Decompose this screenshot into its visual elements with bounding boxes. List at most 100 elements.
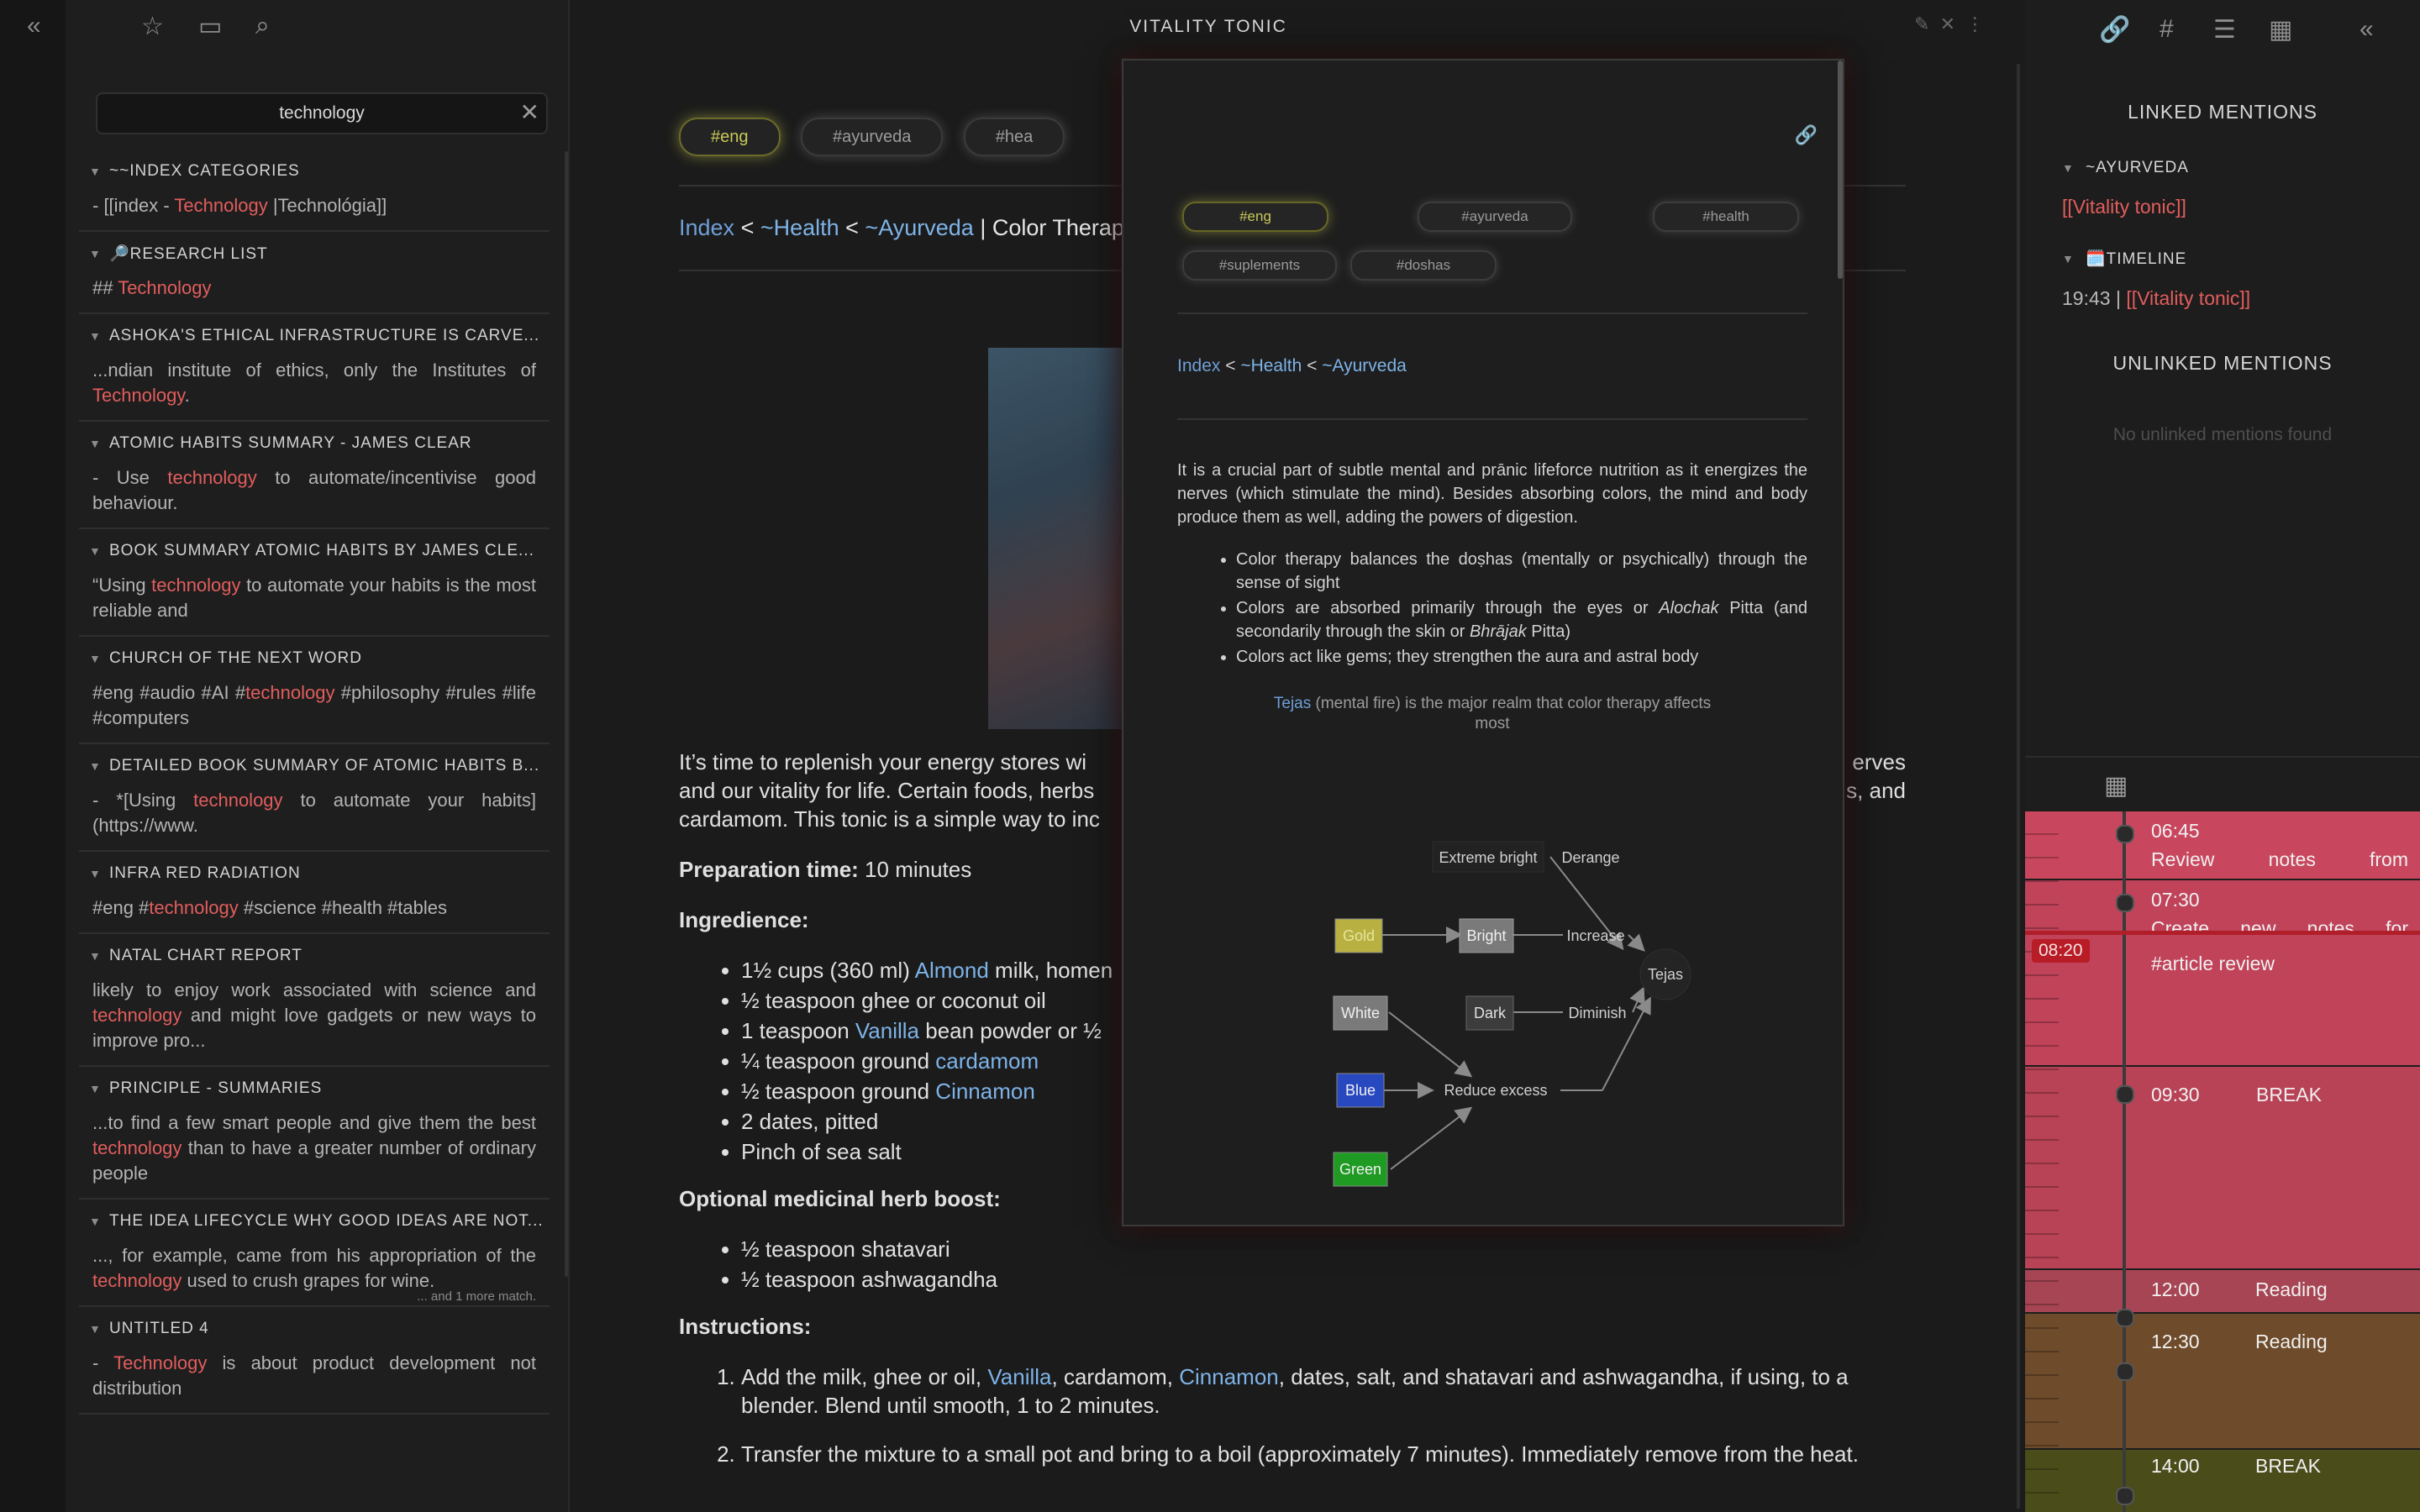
- mention-link[interactable]: [[Vitality tonic]]: [2062, 196, 2420, 218]
- search-input[interactable]: technology ✕: [96, 92, 548, 134]
- note-link[interactable]: Cinnamon: [935, 1079, 1035, 1104]
- tag[interactable]: #hea: [963, 118, 1065, 156]
- breadcrumb-link-health[interactable]: ~Health: [1240, 356, 1302, 375]
- linked-mentions-title: LINKED MENTIONS: [2128, 101, 2317, 123]
- breadcrumb-link-ayurveda[interactable]: ~Ayurveda: [1322, 356, 1407, 375]
- list-item: Colors are absorbed primarily through th…: [1236, 596, 1807, 643]
- chevron-down-icon[interactable]: ▼: [79, 437, 109, 450]
- double-chevron-left-icon[interactable]: «: [27, 12, 41, 40]
- tag[interactable]: #eng: [679, 118, 781, 156]
- timeline-dot: [2116, 825, 2134, 843]
- timeline-dot: [2116, 1309, 2134, 1327]
- result-title: ATOMIC HABITS SUMMARY - JAMES CLEAR: [109, 434, 472, 452]
- tag[interactable]: #suplements: [1182, 250, 1337, 281]
- note-link[interactable]: Vanilla: [987, 1364, 1051, 1389]
- breadcrumb-current[interactable]: Color Therap: [992, 215, 1124, 240]
- schedule-block[interactable]: 06:45 Review notes from: [2025, 811, 2420, 879]
- breadcrumb-link-index[interactable]: Index: [1177, 356, 1220, 375]
- preview-scrollbar[interactable]: [1838, 60, 1843, 279]
- search-result[interactable]: ▼ INFRA RED RADIATION #eng #technology #s…: [79, 852, 550, 934]
- search-result[interactable]: ▼ ATOMIC HABITS SUMMARY - JAMES CLEAR - U…: [79, 422, 550, 529]
- preview-breadcrumb: Index < ~Health < ~Ayurveda: [1177, 356, 1407, 375]
- calendar-icon[interactable]: ▦: [2104, 771, 2128, 801]
- schedule-block[interactable]: 07:30 Create new notes for #article revi…: [2025, 880, 2420, 1065]
- result-snippet: - *[Using technology to automate your ha…: [92, 790, 536, 836]
- day-planner-timeline: 06:45 Review notes from 07:30 Create new…: [2025, 811, 2420, 1512]
- folder-icon[interactable]: ▭: [198, 12, 222, 41]
- mention-link[interactable]: 19:43 | [[Vitality tonic]]: [2062, 287, 2420, 310]
- hashtag-icon[interactable]: #: [2160, 15, 2174, 44]
- chevron-down-icon[interactable]: ▼: [2062, 252, 2086, 265]
- note-link[interactable]: cardamom: [935, 1048, 1039, 1074]
- search-result[interactable]: ▼ 🔎RESEARCH LIST ## Technology: [79, 232, 550, 314]
- chevron-down-icon[interactable]: ▼: [79, 1215, 109, 1228]
- tag[interactable]: #eng: [1182, 202, 1328, 232]
- note-title: VITALITY TONIC: [1129, 17, 1287, 36]
- edit-icon[interactable]: ✎: [1914, 13, 1929, 34]
- empty-state-text: No unlinked mentions found: [2112, 425, 2333, 444]
- search-result[interactable]: ▼ UNTITLED 4 - Technology is about produc…: [79, 1307, 550, 1415]
- list-icon[interactable]: ☰: [2213, 15, 2236, 45]
- close-icon[interactable]: ✕: [1940, 13, 1955, 34]
- note-link[interactable]: Vanilla: [855, 1018, 919, 1043]
- search-result[interactable]: ▼ PRINCIPLE - SUMMARIES ...to find a few …: [79, 1067, 550, 1200]
- note-link[interactable]: Almond: [915, 958, 989, 983]
- schedule-block[interactable]: 12:30 Reading: [2025, 1314, 2420, 1448]
- list-item: Transfer the mixture to a small pot and …: [741, 1440, 1906, 1468]
- chevron-down-icon[interactable]: ▼: [79, 652, 109, 665]
- schedule-block[interactable]: 09:30 BREAK: [2025, 1067, 2420, 1268]
- mention-group[interactable]: ▼ ~AYURVEDA [[Vitality tonic]]: [2025, 123, 2420, 218]
- close-icon[interactable]: ✕: [520, 94, 539, 131]
- search-result[interactable]: ▼ ~~INDEX CATEGORIES - [[index - Technolo…: [79, 150, 550, 232]
- tag[interactable]: #ayurveda: [800, 118, 944, 156]
- chevron-down-icon[interactable]: ▼: [79, 1322, 109, 1336]
- more-options-icon[interactable]: ⋮: [1965, 13, 1984, 34]
- preview-paragraph: It is a crucial part of subtle mental an…: [1177, 461, 1807, 527]
- more-matches-link[interactable]: ... and 1 more match.: [417, 1289, 536, 1304]
- tag[interactable]: #doshas: [1350, 250, 1497, 281]
- preview-tag-list: #eng #ayurveda #health #suplements #dosh…: [1177, 141, 1807, 281]
- search-result[interactable]: ▼ DETAILED BOOK SUMMARY OF ATOMIC HABITS …: [79, 744, 550, 852]
- instructions-list: Add the milk, ghee or oil, Vanilla, card…: [679, 1362, 1906, 1468]
- mention-group-title: ~AYURVEDA: [2086, 159, 2189, 176]
- sidebar-scrollbar[interactable]: [565, 151, 568, 1277]
- note-actions: ✎ ✕ ⋮: [1914, 13, 1984, 35]
- calendar-icon[interactable]: ▦: [2269, 15, 2292, 45]
- note-link[interactable]: Cinnamon: [1179, 1364, 1279, 1389]
- search-icon[interactable]: ⌕: [255, 12, 270, 40]
- chevron-down-icon[interactable]: ▼: [2062, 161, 2086, 175]
- tag[interactable]: #health: [1653, 202, 1799, 232]
- search-result[interactable]: ▼ NATAL CHART REPORT likely to enjoy work…: [79, 934, 550, 1067]
- mention-group[interactable]: ▼ 🗓️TIMELINE 19:43 | [[Vitality tonic]]: [2025, 218, 2420, 310]
- breadcrumb-link-health[interactable]: ~Health: [760, 215, 839, 240]
- list-item: Colors act like gems; they strengthen th…: [1236, 645, 1807, 669]
- note-image: [988, 348, 1139, 729]
- result-title: CHURCH OF THE NEXT WORD: [109, 649, 362, 667]
- result-snippet: ...ndian institute of ethics, only the I…: [92, 360, 536, 406]
- chevron-down-icon[interactable]: ▼: [79, 544, 109, 558]
- chevron-down-icon[interactable]: ▼: [79, 867, 109, 880]
- chevron-down-icon[interactable]: ▼: [79, 329, 109, 343]
- breadcrumb-link-index[interactable]: Index: [679, 215, 734, 240]
- link-icon[interactable]: 🔗: [2099, 15, 2130, 45]
- chevron-down-icon[interactable]: ▼: [79, 949, 109, 963]
- result-snippet: - Use technology to automate/incentivise…: [92, 467, 536, 513]
- schedule-block[interactable]: 14:00 BREAK: [2025, 1450, 2420, 1512]
- double-chevron-left-icon[interactable]: «: [2360, 15, 2374, 44]
- search-result[interactable]: ▼ CHURCH OF THE NEXT WORD #eng #audio #AI…: [79, 637, 550, 744]
- chevron-down-icon[interactable]: ▼: [79, 165, 109, 178]
- star-icon[interactable]: ☆: [141, 12, 164, 41]
- note-scrollbar[interactable]: [2017, 64, 2020, 1509]
- tag[interactable]: #ayurveda: [1418, 202, 1572, 232]
- hover-preview[interactable]: 🔗 #eng #ayurveda #health #suplements #do…: [1122, 59, 1844, 1226]
- search-result[interactable]: ▼ THE IDEA LIFECYCLE WHY GOOD IDEAS ARE N…: [79, 1200, 550, 1307]
- note-link[interactable]: Tejas: [1274, 695, 1311, 712]
- schedule-block[interactable]: 12:00 Reading: [2025, 1270, 2420, 1312]
- breadcrumb-link-ayurveda[interactable]: ~Ayurveda: [865, 215, 973, 240]
- search-result[interactable]: ▼ BOOK SUMMARY ATOMIC HABITS BY JAMES CLE…: [79, 529, 550, 637]
- chevron-down-icon[interactable]: ▼: [79, 759, 109, 773]
- search-result[interactable]: ▼ ASHOKA'S ETHICAL INFRASTRUCTURE IS CARV…: [79, 314, 550, 422]
- chevron-down-icon[interactable]: ▼: [79, 247, 109, 260]
- chevron-down-icon[interactable]: ▼: [79, 1082, 109, 1095]
- result-title: DETAILED BOOK SUMMARY OF ATOMIC HABITS B…: [109, 757, 540, 774]
